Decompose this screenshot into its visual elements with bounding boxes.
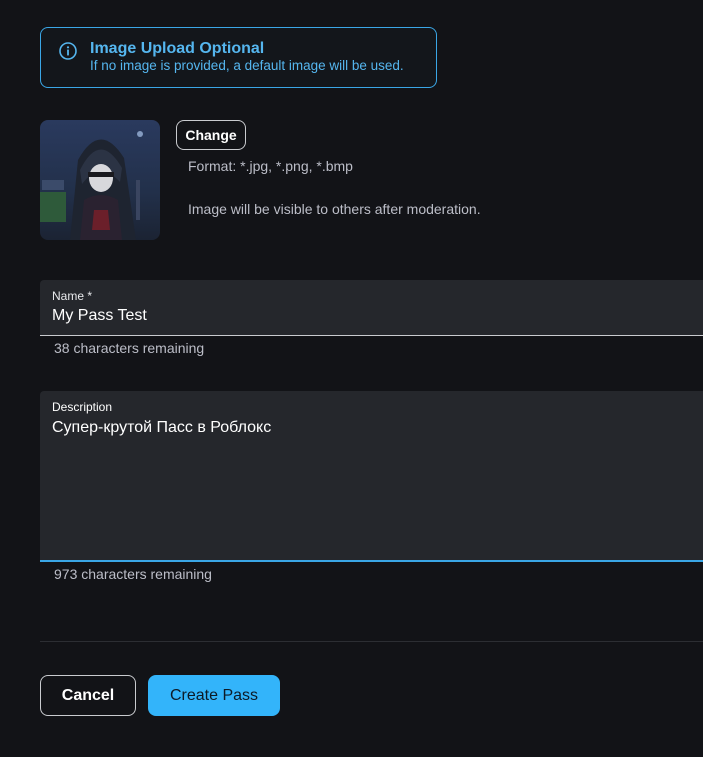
create-pass-form: Image Upload Optional If no image is pro… <box>0 0 703 757</box>
name-label: Name * <box>52 289 93 303</box>
pass-image-thumbnail <box>40 120 160 240</box>
alert-title: Image Upload Optional <box>90 40 265 57</box>
cancel-button[interactable]: Cancel <box>40 675 136 716</box>
description-textarea[interactable]: Description Супер-крутой Пасс в Роблокс <box>40 391 703 562</box>
change-image-button[interactable]: Change <box>176 120 246 150</box>
name-characters-remaining: 38 characters remaining <box>54 340 205 356</box>
moderation-notice: Image will be visible to others after mo… <box>188 201 481 217</box>
divider <box>40 641 703 642</box>
name-input[interactable]: Name * My Pass Test <box>40 280 703 336</box>
info-icon <box>58 41 78 61</box>
image-upload-info-alert: Image Upload Optional If no image is pro… <box>40 27 437 88</box>
create-pass-button[interactable]: Create Pass <box>148 675 280 716</box>
name-value[interactable]: My Pass Test <box>52 307 147 325</box>
image-format-text: Format: *.jpg, *.png, *.bmp <box>188 158 353 174</box>
description-characters-remaining: 973 characters remaining <box>54 566 212 582</box>
description-value[interactable]: Супер-крутой Пасс в Роблокс <box>52 419 271 437</box>
alert-text: If no image is provided, a default image… <box>90 58 404 73</box>
description-label: Description <box>52 400 113 414</box>
